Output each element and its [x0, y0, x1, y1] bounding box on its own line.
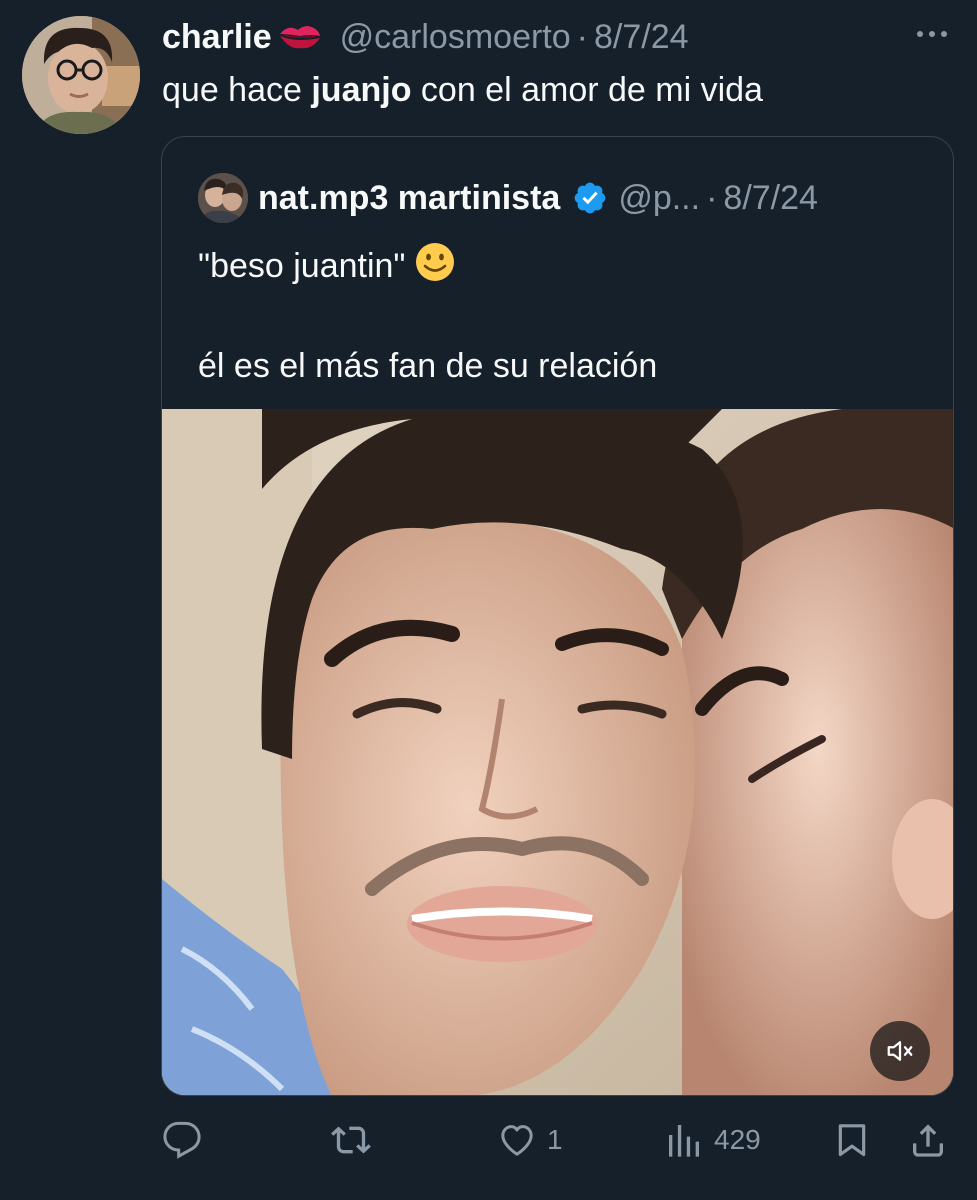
- tweet[interactable]: charlie @carlosmoerto · 8/7/24 que hace …: [0, 0, 977, 1200]
- quoted-tweet[interactable]: nat.mp3 martinista @p... · 8/7/24 "beso …: [161, 136, 954, 1096]
- mute-icon[interactable]: [870, 1021, 930, 1081]
- quoted-text-line1: "beso juantin": [198, 241, 456, 291]
- separator-dot: ·: [576, 17, 588, 56]
- tweet-text-start: que hace: [162, 71, 312, 109]
- action-bar: 1 429: [0, 1112, 977, 1168]
- quoted-author-handle[interactable]: @p...: [618, 179, 700, 218]
- views-count: 429: [714, 1124, 761, 1155]
- quoted-author-name[interactable]: nat.mp3 martinista: [258, 179, 560, 218]
- tweet-date[interactable]: 8/7/24: [594, 18, 689, 57]
- kiss-mark-icon: [278, 20, 322, 54]
- author-handle[interactable]: @carlosmoerto: [340, 18, 571, 57]
- bookmark-button[interactable]: [832, 1118, 872, 1162]
- views-button[interactable]: 429: [664, 1118, 761, 1162]
- views-icon: [664, 1120, 704, 1160]
- author-name[interactable]: charlie: [162, 18, 272, 57]
- retweet-icon: [330, 1120, 372, 1160]
- bookmark-icon: [832, 1120, 872, 1160]
- author-avatar[interactable]: [22, 16, 140, 134]
- quoted-date[interactable]: 8/7/24: [723, 179, 818, 218]
- quoted-separator-dot: ·: [706, 178, 718, 217]
- like-button[interactable]: 1: [497, 1118, 563, 1162]
- verified-icon: [572, 180, 608, 216]
- tweet-header: charlie @carlosmoerto · 8/7/24: [162, 14, 689, 60]
- share-button[interactable]: [908, 1118, 948, 1162]
- quoted-video[interactable]: [162, 409, 953, 1095]
- reply-button[interactable]: [162, 1118, 212, 1162]
- retweet-button[interactable]: [330, 1118, 382, 1162]
- quoted-text-quote: "beso juantin": [198, 247, 406, 285]
- more-icon[interactable]: [912, 14, 952, 54]
- tweet-text-end: con el amor de mi vida: [411, 71, 763, 109]
- like-count: 1: [547, 1124, 563, 1155]
- smiling-face-icon: [414, 241, 456, 283]
- like-icon: [497, 1120, 537, 1160]
- reply-icon: [162, 1120, 202, 1160]
- tweet-text-bold: juanjo: [311, 71, 412, 109]
- tweet-text: que hace juanjo con el amor de mi vida: [162, 68, 763, 112]
- quoted-text-line2: él es el más fan de su relación: [198, 347, 658, 385]
- quoted-header: nat.mp3 martinista @p... · 8/7/24: [258, 175, 818, 221]
- share-icon: [908, 1120, 948, 1160]
- quoted-author-avatar[interactable]: [198, 173, 248, 223]
